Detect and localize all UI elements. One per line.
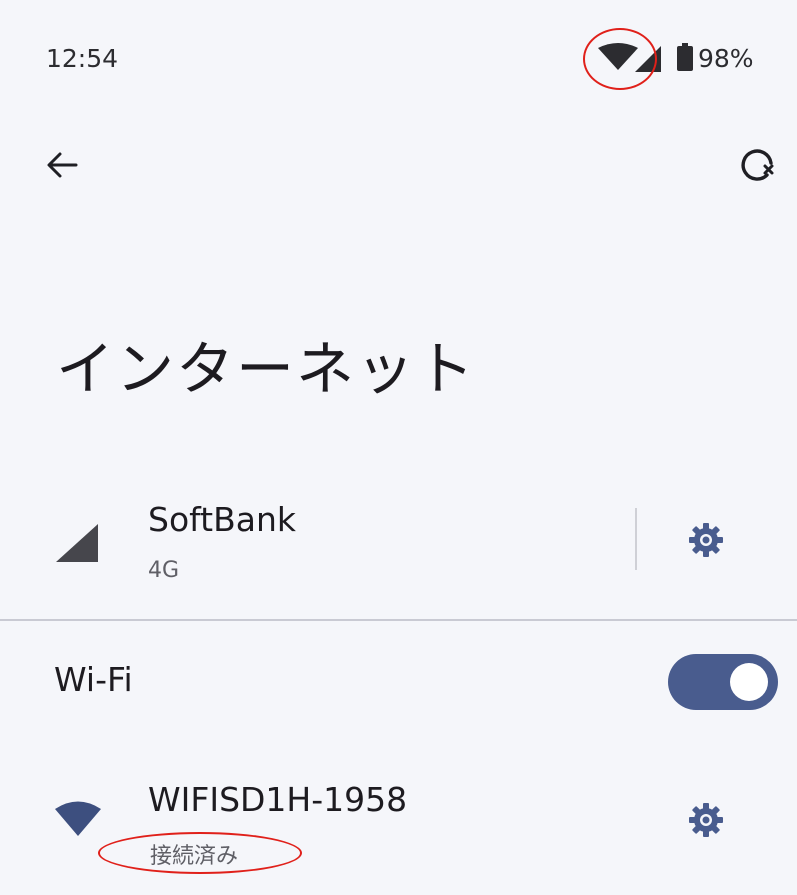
- internet-settings-screen: 12:54 98% インターネット SoftBank 4G Wi-Fi WIFI…: [0, 0, 797, 895]
- battery-percent: 98%: [698, 44, 754, 73]
- page-title: インターネット: [56, 335, 477, 403]
- status-bar: 12:54 98%: [0, 0, 797, 120]
- network-ssid: WIFISD1H-1958: [148, 780, 408, 819]
- mobile-network-row[interactable]: [0, 485, 797, 615]
- wifi-icon: [55, 801, 101, 836]
- status-time: 12:54: [46, 44, 119, 73]
- mobile-network-name: SoftBank: [148, 500, 297, 539]
- history-icon[interactable]: [736, 141, 782, 187]
- vertical-divider: [635, 508, 637, 570]
- mobile-network-type: 4G: [148, 558, 180, 583]
- cell-signal-icon: [56, 524, 98, 562]
- mobile-network-settings-gear-icon[interactable]: [686, 520, 726, 560]
- section-divider: [0, 619, 797, 621]
- back-arrow-icon[interactable]: [42, 145, 82, 185]
- wifi-toggle[interactable]: [668, 654, 778, 710]
- annotation-circle: [583, 28, 657, 90]
- annotation-ellipse: [98, 832, 302, 874]
- wifi-label: Wi-Fi: [54, 660, 133, 699]
- wifi-toggle-knob: [730, 663, 768, 701]
- battery-icon: [677, 43, 693, 71]
- network-settings-gear-icon[interactable]: [686, 800, 726, 840]
